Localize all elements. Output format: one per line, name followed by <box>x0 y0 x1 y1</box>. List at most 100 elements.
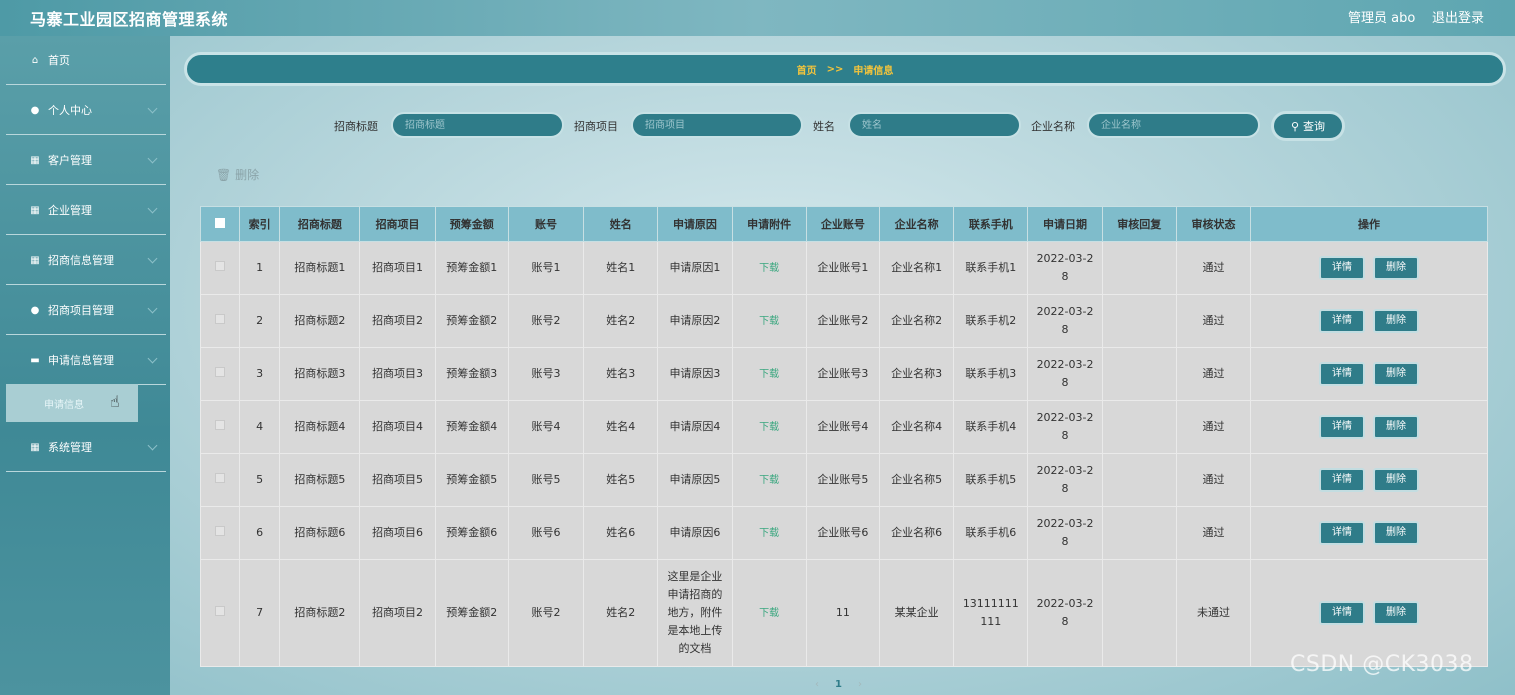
sidebar-item-enterprise-mgmt[interactable]: ▦ 企业管理 <box>6 186 166 235</box>
row-select-cell[interactable] <box>199 400 241 454</box>
column-header: 申请原因 <box>657 206 733 242</box>
row-select-cell[interactable] <box>199 241 241 295</box>
row-checkbox[interactable] <box>215 420 226 430</box>
download-link[interactable]: 下载 <box>759 475 779 486</box>
current-page[interactable]: 1 <box>835 679 842 690</box>
detail-button[interactable]: 详情 <box>1319 521 1366 545</box>
breadcrumb-home[interactable]: 首页 <box>797 62 817 77</box>
sidebar-item-personal-center[interactable]: ● 个人中心 <box>6 86 166 135</box>
cell-idx: 2 <box>256 314 264 327</box>
download-link[interactable]: 下载 <box>759 608 779 619</box>
delete-button[interactable]: 删除 <box>1373 256 1420 280</box>
delete-button[interactable]: 删除 <box>1373 415 1420 439</box>
next-page-button[interactable]: › <box>858 679 862 690</box>
delete-button[interactable]: 删除 <box>1373 601 1420 625</box>
row-checkbox[interactable] <box>215 314 226 324</box>
table-row: 3 招商标题3 招商项目3 预筹金额3 账号3 姓名3 申请原因3 下载 企业账号3 企业名称3 联… <box>199 347 1488 401</box>
search-label-company: 企业名称 <box>1031 120 1075 133</box>
batch-delete-button[interactable]: 🗑 删除 <box>216 166 259 183</box>
actions-cell: 详情 删除 <box>1250 347 1488 401</box>
sidebar-item-home[interactable]: ⌂ 首页 <box>6 36 166 85</box>
row-select-cell[interactable] <box>199 294 241 348</box>
breadcrumb-current: 申请信息 <box>853 65 894 77</box>
detail-button[interactable]: 详情 <box>1319 415 1366 439</box>
sidebar-item-investment-info-mgmt[interactable]: ▦ 招商信息管理 <box>6 236 166 285</box>
prev-page-button[interactable]: ‹ <box>815 679 819 690</box>
search-input-company[interactable] <box>1087 112 1260 138</box>
delete-button[interactable]: 删除 <box>1373 362 1420 386</box>
detail-button[interactable]: 详情 <box>1319 601 1366 625</box>
table-cell: 2022-03-28 <box>1027 241 1103 295</box>
table-cell: 企业名称3 <box>878 347 955 401</box>
row-select-cell[interactable] <box>199 347 241 401</box>
row-select-cell[interactable] <box>199 453 241 507</box>
detail-button[interactable]: 详情 <box>1319 309 1366 333</box>
sidebar-item-project-mgmt[interactable]: ● 招商项目管理 <box>6 286 166 335</box>
row-checkbox[interactable] <box>215 606 226 616</box>
sidebar-subitem-label: 申请信息 <box>44 399 84 411</box>
table-cell: 2022-03-28 <box>1027 294 1103 348</box>
table-cell: 招商标题6 <box>279 506 361 560</box>
table-cell: 招商标题5 <box>279 453 361 507</box>
download-link[interactable]: 下载 <box>759 528 779 539</box>
table-cell: 下载 <box>731 453 807 507</box>
table-cell: 6 <box>239 506 281 560</box>
select-all-checkbox[interactable] <box>215 217 226 228</box>
sidebar-item-customer-mgmt[interactable]: ▦ 客户管理 <box>6 136 166 185</box>
delete-button[interactable]: 删除 <box>1373 468 1420 492</box>
search-icon: ⚲ <box>1290 119 1300 133</box>
search-input-title[interactable] <box>391 112 564 138</box>
grid-icon: ▦ <box>30 154 40 166</box>
chevron-down-icon <box>147 253 158 264</box>
chevron-down-icon <box>147 153 158 164</box>
download-link[interactable]: 下载 <box>759 422 779 433</box>
logout-link[interactable]: 退出登录 <box>1432 7 1484 26</box>
cell-title: 招商标题4 <box>294 420 346 433</box>
table-cell: 下载 <box>731 559 807 667</box>
download-link[interactable]: 下载 <box>759 263 779 274</box>
table-cell <box>1101 506 1177 560</box>
actions-cell: 详情 删除 <box>1250 241 1488 295</box>
column-header: 审核回复 <box>1101 206 1177 242</box>
cell-reason: 申请原因1 <box>669 261 721 274</box>
table-cell <box>1101 400 1177 454</box>
row-checkbox[interactable] <box>215 526 226 536</box>
search-button-label: 查询 <box>1303 120 1326 133</box>
delete-button[interactable]: 删除 <box>1373 309 1420 333</box>
detail-button[interactable]: 详情 <box>1319 256 1366 280</box>
table-cell <box>1101 294 1177 348</box>
row-checkbox[interactable] <box>215 473 226 483</box>
table-cell: 预筹金额2 <box>434 294 509 348</box>
detail-button[interactable]: 详情 <box>1319 468 1366 492</box>
search-input-name[interactable] <box>848 112 1021 138</box>
search-input-project[interactable] <box>631 112 803 138</box>
row-select-cell[interactable] <box>199 506 241 560</box>
cell-status: 通过 <box>1202 314 1225 327</box>
sidebar-item-application-mgmt[interactable]: ▬ 申请信息管理 <box>6 336 166 385</box>
table-cell: 预筹金额5 <box>434 453 509 507</box>
download-link[interactable]: 下载 <box>759 316 779 327</box>
cell-corp-account: 企业账号1 <box>817 261 869 274</box>
table-cell: 账号2 <box>507 294 585 348</box>
detail-button[interactable]: 详情 <box>1319 362 1366 386</box>
table-cell: 申请原因6 <box>657 506 733 560</box>
table-cell: 1 <box>239 241 281 295</box>
cell-reason: 申请原因4 <box>669 420 721 433</box>
sidebar: ⌂ 首页 ● 个人中心 ▦ 客户管理 ▦ 企业管理 ▦ 招商信息管理 ● 招商项… <box>0 36 170 695</box>
cell-amount: 预筹金额3 <box>446 367 498 380</box>
search-button[interactable]: ⚲ 查询 <box>1271 111 1345 141</box>
download-link[interactable]: 下载 <box>759 369 779 380</box>
row-checkbox[interactable] <box>215 261 226 271</box>
row-select-cell[interactable] <box>199 559 241 667</box>
table-cell: 姓名1 <box>583 241 659 295</box>
main-content: 首页 >> 申请信息 招商标题 招商项目 姓名 企业名称 ⚲ 查询 🗑 删除 <box>170 36 1515 695</box>
cell-corp-account: 企业账号4 <box>817 420 869 433</box>
delete-button[interactable]: 删除 <box>1373 521 1420 545</box>
table-cell: 账号4 <box>507 400 585 454</box>
cell-account: 账号5 <box>531 473 561 486</box>
row-checkbox[interactable] <box>215 367 226 377</box>
sidebar-item-system-mgmt[interactable]: ▦ 系统管理 <box>6 423 166 472</box>
table-cell: 姓名3 <box>583 347 659 401</box>
sidebar-item-label: 系统管理 <box>48 441 92 454</box>
select-all-cell[interactable] <box>199 206 241 242</box>
